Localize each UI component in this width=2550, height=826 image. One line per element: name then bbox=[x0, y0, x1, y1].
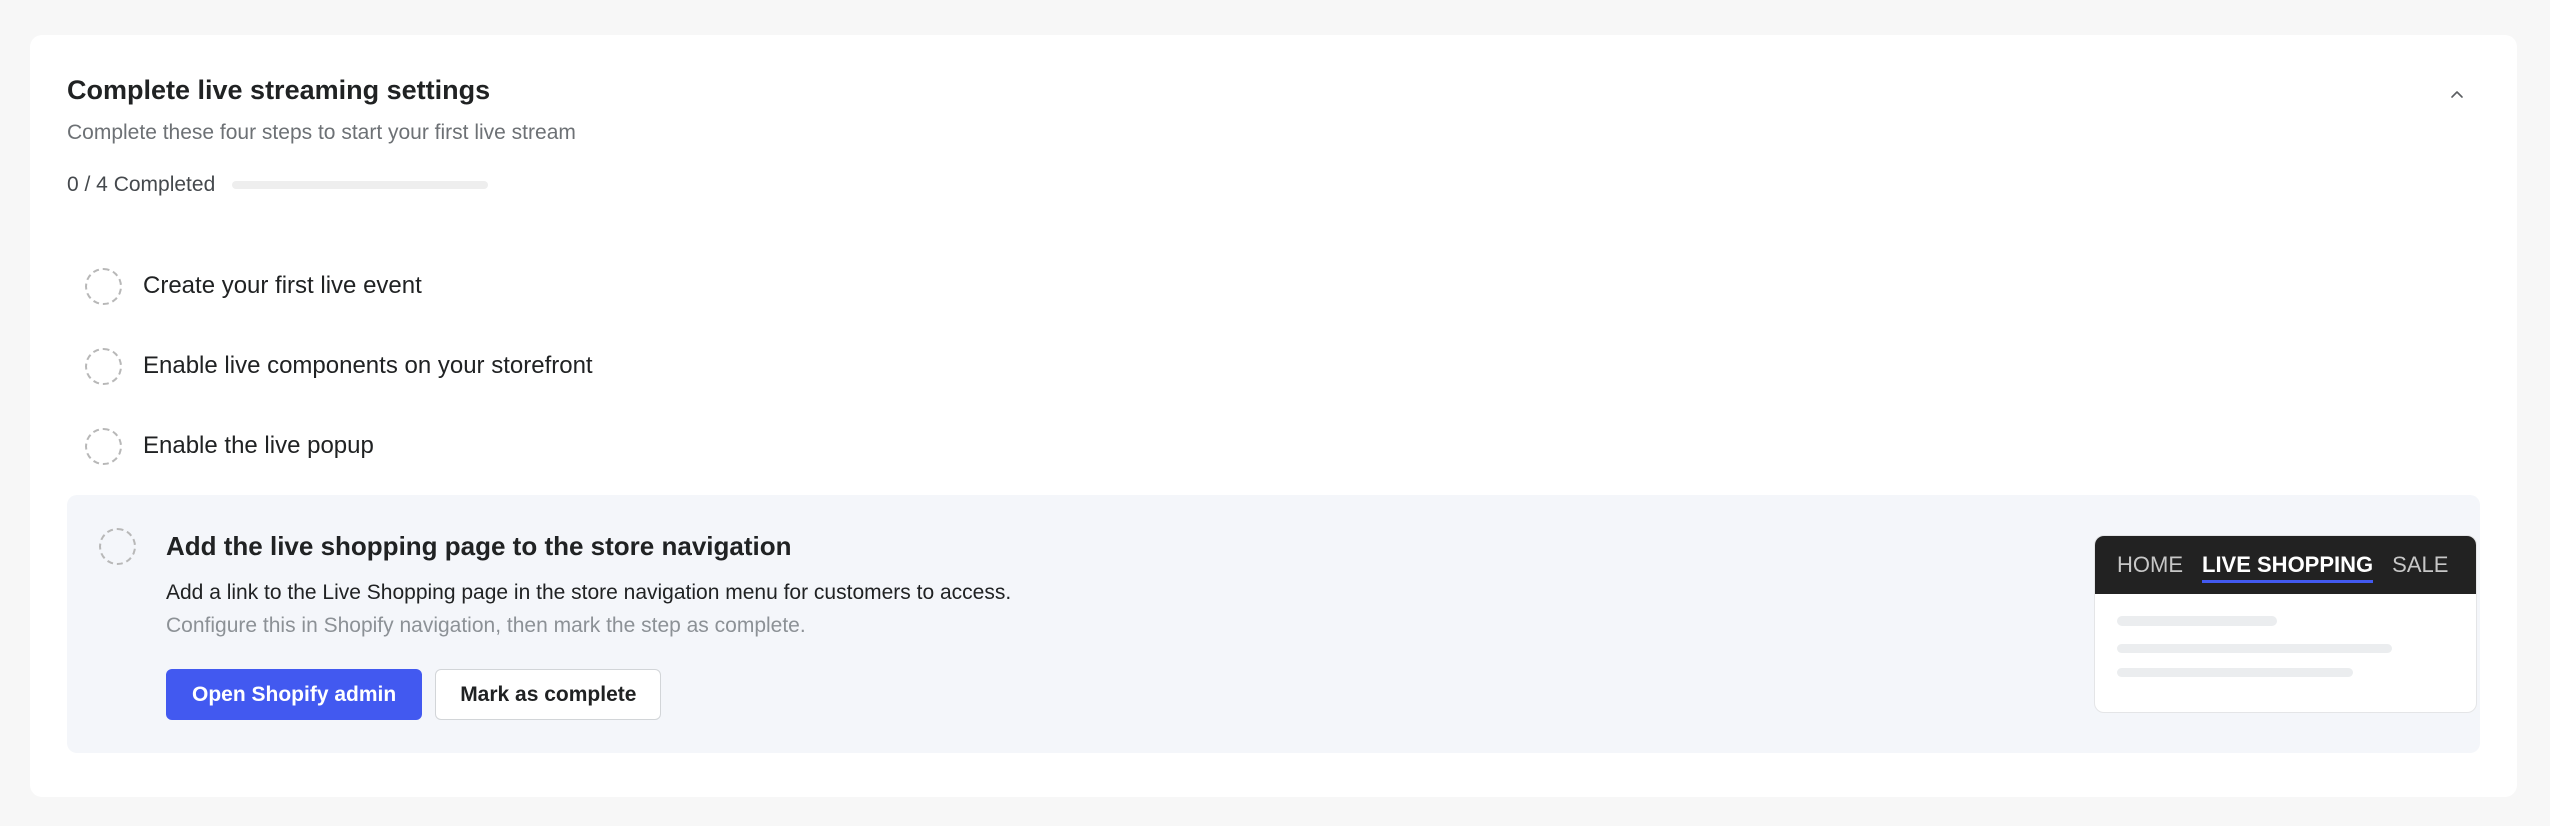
collapse-button[interactable] bbox=[2437, 75, 2477, 115]
progress-row: 0 / 4 Completed bbox=[67, 173, 489, 197]
card-subtitle: Complete these four steps to start your … bbox=[67, 121, 576, 144]
step-status-circle[interactable] bbox=[99, 528, 136, 565]
preview-nav-home: HOME bbox=[2117, 552, 2183, 577]
step-status-circle[interactable] bbox=[85, 427, 122, 465]
active-step-actions: Open Shopify admin Mark as complete bbox=[166, 669, 662, 720]
step-status-circle[interactable] bbox=[85, 267, 122, 305]
preview-nav-sale: SALE bbox=[2392, 552, 2449, 577]
preview-nav-bar: HOME LIVE SHOPPING SALE bbox=[2095, 536, 2476, 594]
navigation-preview: HOME LIVE SHOPPING SALE bbox=[2094, 535, 2477, 713]
progress-bar bbox=[232, 181, 489, 189]
setup-card: Complete live streaming settings Complet… bbox=[30, 35, 2517, 797]
step-create-live-event[interactable]: Create your first live event bbox=[85, 256, 422, 316]
preview-placeholder-line bbox=[2117, 644, 2392, 653]
active-step-title: Add the live shopping page to the store … bbox=[166, 531, 792, 561]
step-status-circle[interactable] bbox=[85, 347, 122, 385]
preview-placeholder-line bbox=[2117, 616, 2277, 626]
step-label: Enable live components on your storefron… bbox=[143, 352, 593, 379]
progress-label: 0 / 4 Completed bbox=[67, 173, 216, 196]
preview-placeholder-line bbox=[2117, 668, 2353, 677]
chevron-up-icon bbox=[2451, 91, 2463, 98]
step-enable-live-popup[interactable]: Enable the live popup bbox=[85, 416, 374, 476]
step-enable-live-components[interactable]: Enable live components on your storefron… bbox=[85, 336, 593, 396]
step-label: Enable the live popup bbox=[143, 432, 374, 459]
preview-nav-live-shopping: LIVE SHOPPING bbox=[2202, 536, 2374, 594]
open-shopify-admin-button[interactable]: Open Shopify admin bbox=[166, 669, 423, 720]
mark-as-complete-button[interactable]: Mark as complete bbox=[435, 669, 662, 720]
active-step-description: Add a link to the Live Shopping page in … bbox=[166, 581, 1012, 604]
card-title: Complete live streaming settings bbox=[67, 75, 491, 105]
step-label: Create your first live event bbox=[143, 272, 422, 299]
active-step-panel: Add the live shopping page to the store … bbox=[67, 495, 2480, 753]
active-step-hint: Configure this in Shopify navigation, th… bbox=[166, 614, 806, 637]
